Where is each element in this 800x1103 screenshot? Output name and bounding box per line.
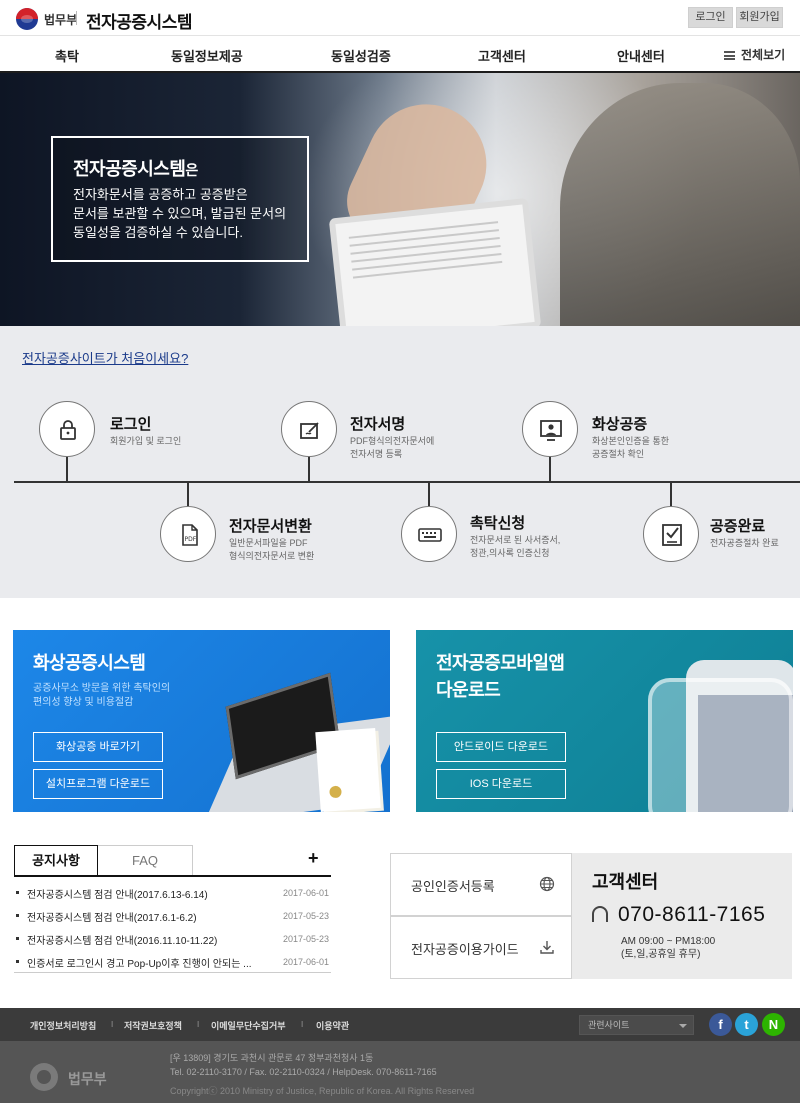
step-title: 전자서명 — [350, 416, 406, 433]
globe-icon — [539, 876, 555, 897]
hero-text-box: 전자공증시스템은 전자화문서를 공증하고 공증받은 문서를 보관할 수 있으며,… — [51, 136, 309, 262]
footer-copyright: Copyrightⓒ 2010 Ministry of Justice, Rep… — [170, 1086, 475, 1096]
step-title: 로그인 — [110, 416, 152, 433]
step-video-icon — [522, 401, 578, 457]
install-program-button[interactable]: 설치프로그램 다운로드 — [33, 769, 163, 799]
hero-photo-tablet — [328, 197, 542, 326]
notice-more-button[interactable]: + — [308, 848, 319, 869]
banner-desc: 공증사무소 방문을 위한 촉탁인의 편의성 향상 및 비용절감 — [33, 683, 171, 708]
facebook-icon[interactable]: f — [709, 1013, 732, 1036]
step-pdf-icon: PDF — [160, 506, 216, 562]
nav-item-verify[interactable]: 동일성검증 — [331, 46, 391, 65]
step-complete-icon — [643, 506, 699, 562]
first-time-link[interactable]: 전자공증사이트가 처음이세요? — [22, 348, 188, 367]
svg-text:PDF: PDF — [185, 536, 197, 543]
banner-title: 전자공증모바일앱 다운로드 — [436, 653, 565, 700]
usage-guide-label: 전자공증이용가이드 — [411, 942, 519, 957]
related-sites-select[interactable]: 관련사이트 — [579, 1015, 694, 1035]
mobile-app-banner: 전자공증모바일앱 다운로드 안드로이드 다운로드 IOS 다운로드 — [416, 630, 793, 812]
nav-item-guide[interactable]: 안내센터 — [617, 46, 665, 65]
step-title: 화상공증 — [592, 416, 648, 433]
step-sign-icon — [281, 401, 337, 457]
all-menu-label: 전체보기 — [741, 48, 786, 62]
step-login-icon — [39, 401, 95, 457]
notice-item[interactable]: 전자공증시스템 점검 안내(2016.11.10-11.22) 2017-05-2… — [14, 929, 331, 952]
hero-photo-arm — [560, 83, 800, 326]
footer-link-email[interactable]: 이메일무단수집거부 — [211, 1019, 286, 1032]
footer-link-privacy[interactable]: 개인정보처리방침 — [30, 1019, 96, 1032]
hamburger-icon — [724, 51, 735, 60]
footer-ministry: 법무부 — [68, 1071, 107, 1087]
cert-register-link[interactable]: 공인인증서등록 — [390, 853, 572, 916]
step-desc: 화상본인인증을 통한 공증절차 확인 — [592, 436, 670, 459]
ministry-emblem-icon — [30, 1063, 58, 1091]
nav-item-request[interactable]: 촉탁 — [55, 46, 79, 65]
step-desc: 전자문서로 된 사서증서, 정관,의사록 인증신청 — [470, 535, 561, 558]
brand-divider — [76, 11, 77, 25]
customer-center-box: 고객센터 070-8611-7165 AM 09:00 ~ PM18:00 (토,… — [572, 853, 792, 979]
process-section: 전자공증사이트가 처음이세요? 로그인 회원가입 및 로그인 전자서명 PDF형… — [0, 326, 800, 598]
step-desc: 전자공증절차 완료 — [710, 538, 779, 548]
download-icon — [539, 939, 555, 960]
footer-links-bar: 개인정보처리방침 I 저작권보호정책 I 이메일무단수집거부 I 이용약관 관련… — [0, 1008, 800, 1041]
step-desc: 일반문서파일을 PDF 형식의전자문서로 변환 — [229, 538, 315, 561]
footer-link-copyright[interactable]: 저작권보호정책 — [124, 1019, 182, 1032]
notice-item[interactable]: 전자공증시스템 점검 안내(2017.6.13-6.14) 2017-06-01 — [14, 883, 331, 906]
ministry-name: 법무부 — [44, 13, 78, 27]
notice-item[interactable]: 전자공증시스템 점검 안내(2017.6.1-6.2) 2017-05-23 — [14, 906, 331, 929]
timeline-line — [14, 481, 800, 483]
android-download-button[interactable]: 안드로이드 다운로드 — [436, 732, 566, 762]
tab-notice[interactable]: 공지사항 — [14, 845, 98, 876]
join-button[interactable]: 회원가입 — [736, 7, 783, 28]
cert-register-label: 공인인증서등록 — [411, 879, 495, 894]
video-notary-banner: 화상공증시스템 공증사무소 방문을 위한 촉탁인의 편의성 향상 및 비용절감 화… — [13, 630, 390, 812]
video-notary-go-button[interactable]: 화상공증 바로가기 — [33, 732, 163, 762]
hero-title: 전자공증시스템은 — [73, 159, 198, 179]
footer-link-terms[interactable]: 이용약관 — [316, 1019, 349, 1032]
government-emblem-icon — [16, 8, 38, 30]
login-button[interactable]: 로그인 — [688, 7, 733, 28]
step-desc: PDF형식의전자문서에 전자서명 등록 — [350, 436, 435, 459]
step-desc: 회원가입 및 로그인 — [110, 436, 182, 446]
step-keyboard-icon — [401, 506, 457, 562]
naver-icon[interactable]: N — [762, 1013, 785, 1036]
nav-item-info-provide[interactable]: 동일정보제공 — [171, 46, 243, 65]
tab-faq[interactable]: FAQ — [98, 845, 193, 876]
banner-title: 화상공증시스템 — [33, 653, 146, 673]
ios-download-button[interactable]: IOS 다운로드 — [436, 769, 566, 799]
hero-banner: 전자공증시스템은 전자화문서를 공증하고 공증받은 문서를 보관할 수 있으며,… — [0, 73, 800, 326]
all-menu-button[interactable]: 전체보기 — [724, 46, 785, 63]
footer-tel: Tel. 02-2110-3170 / Fax. 02-2110-0324 / … — [170, 1067, 437, 1077]
step-title: 공증완료 — [710, 518, 766, 535]
step-title: 전자문서변환 — [229, 518, 312, 535]
top-bar: 법무부 전자공증시스템 로그인 회원가입 — [0, 0, 800, 36]
customer-phone: 070-8611-7165 — [618, 903, 766, 926]
footer-address: [우 13809] 경기도 과천시 관문로 47 정부과천청사 1동 — [170, 1053, 374, 1063]
hero-description: 전자화문서를 공증하고 공증받은 문서를 보관할 수 있으며, 발급된 문서의 … — [73, 187, 287, 240]
customer-hours: AM 09:00 ~ PM18:00 (토,일,공휴일 휴무) — [621, 936, 716, 960]
footer-info: 법무부 [우 13809] 경기도 과천시 관문로 47 정부과천청사 1동 T… — [0, 1041, 800, 1103]
chevron-down-icon — [679, 1024, 687, 1028]
main-nav: 촉탁 동일정보제공 동일성검증 고객센터 안내센터 전체보기 — [0, 36, 800, 73]
step-title: 촉탁신청 — [470, 515, 526, 532]
customer-center-title: 고객센터 — [592, 872, 659, 892]
nav-item-customer[interactable]: 고객센터 — [478, 46, 526, 65]
usage-guide-link[interactable]: 전자공증이용가이드 — [390, 916, 572, 979]
certificate-image — [315, 728, 381, 812]
headset-icon — [592, 906, 608, 922]
twitter-icon[interactable]: t — [735, 1013, 758, 1036]
system-logo[interactable]: 전자공증시스템 — [86, 8, 192, 33]
